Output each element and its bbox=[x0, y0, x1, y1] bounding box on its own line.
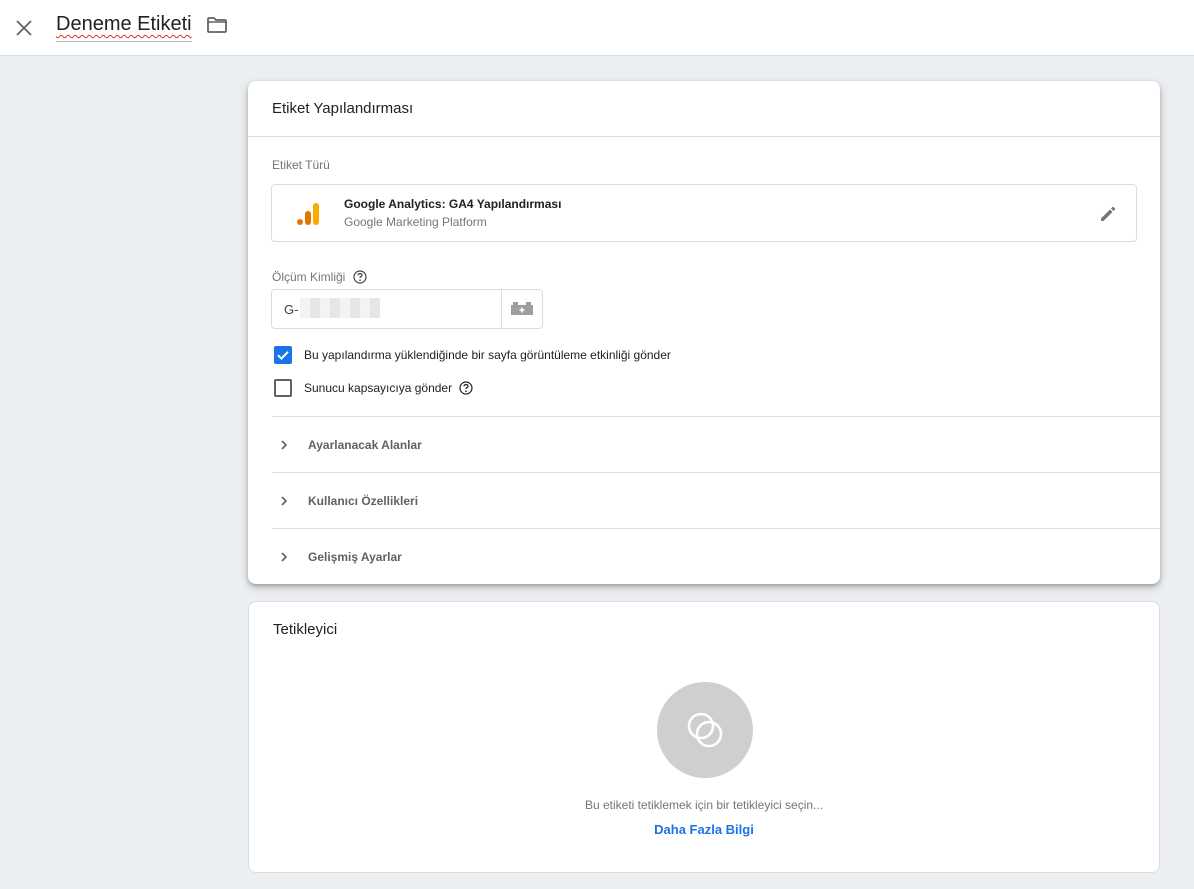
config-card-title: Etiket Yapılandırması bbox=[272, 100, 414, 117]
section-fields-to-set[interactable]: Ayarlanacak Alanlar bbox=[272, 416, 1160, 472]
tag-type-selector[interactable]: Google Analytics: GA4 Yapılandırması Goo… bbox=[271, 184, 1137, 242]
section-label: Ayarlanacak Alanlar bbox=[308, 437, 422, 452]
measurement-id-label: Ölçüm Kimliği bbox=[272, 270, 346, 284]
section-advanced-settings[interactable]: Gelişmiş Ayarlar bbox=[272, 528, 1160, 584]
pencil-icon bbox=[1101, 206, 1116, 221]
title-underline bbox=[56, 41, 192, 42]
tag-type-label: Etiket Türü bbox=[272, 158, 330, 172]
insert-variable-button[interactable] bbox=[501, 289, 543, 329]
close-icon bbox=[16, 20, 32, 36]
variable-lego-icon bbox=[511, 302, 533, 315]
chevron-right-icon bbox=[272, 433, 296, 457]
tag-configuration-card: Etiket Yapılandırması Etiket Türü Google… bbox=[248, 81, 1160, 584]
section-user-properties[interactable]: Kullanıcı Özellikleri bbox=[272, 472, 1160, 528]
choose-trigger-button[interactable] bbox=[657, 682, 753, 778]
chevron-right-icon bbox=[272, 489, 296, 513]
trigger-card-title: Tetikleyici bbox=[273, 621, 338, 638]
triggering-card: Tetikleyici Bu etiketi tetiklemek için b… bbox=[248, 601, 1160, 873]
section-label: Kullanıcı Özellikleri bbox=[308, 493, 419, 508]
google-analytics-icon bbox=[297, 203, 319, 225]
edit-tag-type-button[interactable] bbox=[1096, 202, 1120, 226]
send-pageview-checkbox[interactable] bbox=[274, 346, 292, 364]
learn-more-link[interactable]: Daha Fazla Bilgi bbox=[249, 822, 1159, 837]
trigger-hint-text: Bu etiketi tetiklemek için bir tetikleyi… bbox=[584, 798, 824, 812]
checkmark-icon bbox=[277, 351, 289, 361]
help-circle-icon[interactable] bbox=[353, 270, 367, 284]
measurement-id-label-row: Ölçüm Kimliği bbox=[272, 270, 367, 284]
folder-button[interactable] bbox=[204, 12, 230, 38]
tag-type-name: Google Analytics: GA4 Yapılandırması bbox=[344, 197, 562, 211]
send-server-container-label: Sunucu kapsayıcıya gönder bbox=[304, 381, 453, 395]
help-circle-icon bbox=[459, 381, 473, 395]
close-button[interactable] bbox=[8, 12, 40, 44]
server-container-help[interactable] bbox=[459, 381, 473, 395]
chevron-right-icon bbox=[272, 545, 296, 569]
send-pageview-label: Bu yapılandırma yüklendiğinde bir sayfa … bbox=[304, 348, 671, 362]
trigger-circles-icon bbox=[687, 712, 723, 748]
tag-name-title[interactable]: Deneme Etiketi bbox=[56, 13, 192, 36]
send-server-container-option[interactable]: Sunucu kapsayıcıya gönder bbox=[274, 379, 473, 397]
card-divider bbox=[248, 136, 1160, 137]
tag-type-platform: Google Marketing Platform bbox=[344, 215, 487, 229]
folder-icon bbox=[207, 17, 227, 33]
top-bar: Deneme Etiketi bbox=[0, 0, 1194, 56]
measurement-id-redaction bbox=[300, 298, 380, 318]
section-label: Gelişmiş Ayarlar bbox=[308, 549, 402, 564]
send-server-container-checkbox[interactable] bbox=[274, 379, 292, 397]
send-pageview-option[interactable]: Bu yapılandırma yüklendiğinde bir sayfa … bbox=[274, 346, 671, 364]
